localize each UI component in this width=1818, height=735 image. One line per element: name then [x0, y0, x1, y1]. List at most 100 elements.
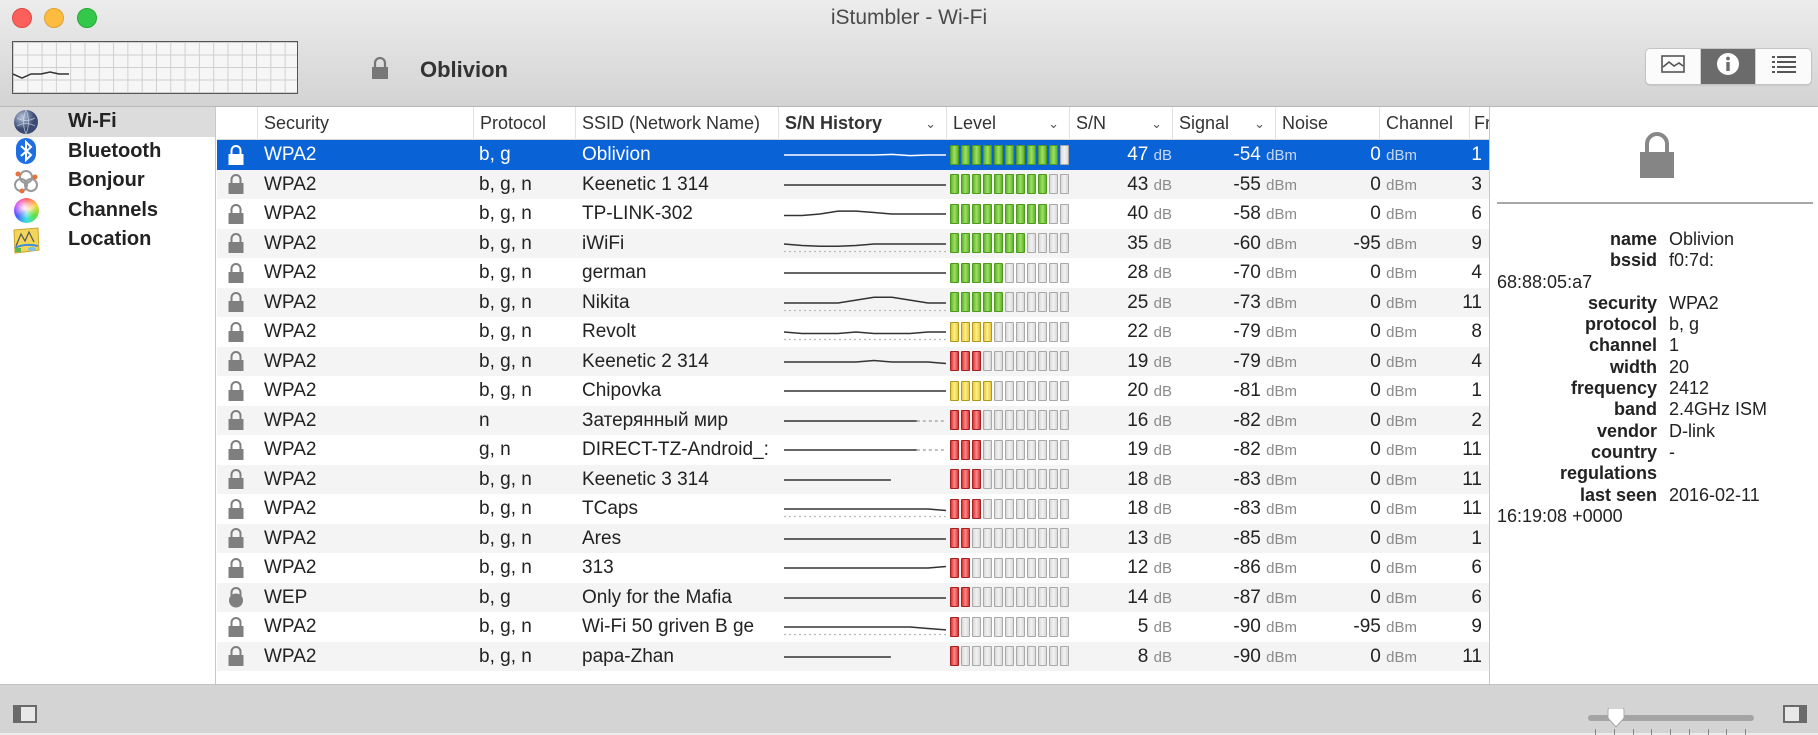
table-row[interactable]: WPA2 b, g, n Keenetic 3 314 18 dB -83 dBm 0 d… [217, 464, 1489, 494]
level-bar-empty [1005, 351, 1014, 372]
signal-value: -79 [1233, 321, 1261, 342]
table-row[interactable]: WPA2 b, g, n Keenetic 1 314 43 dB -55 dBm 0 d… [217, 169, 1489, 200]
protocol-cell: b, g, n [479, 262, 532, 283]
level-bar-filled [950, 587, 959, 608]
graph-view-button[interactable] [1646, 49, 1701, 84]
table-row[interactable]: WPA2 b, g, n TCaps 18 dB -83 dBm 0 dBm 11 [217, 494, 1489, 524]
sn-cell: 19 dB [1072, 347, 1172, 377]
level-bar-filled [1016, 144, 1025, 165]
sn-unit: dB [1153, 501, 1172, 518]
table-row[interactable]: WPA2 b, g, n Ares 13 dB -85 dBm 0 dBm 1 [217, 523, 1489, 554]
bonjour-icon [12, 167, 40, 195]
sn-history-line [783, 242, 946, 247]
signal-value: -90 [1233, 616, 1261, 637]
table-row[interactable]: WPA2 b, g, n 313 12 dB -86 dBm 0 dBm 6 [217, 553, 1489, 583]
table-row[interactable]: WPA2 b, g, n TP-LINK-302 40 dB -58 dBm 0 dBm 6 [217, 199, 1489, 229]
ssid-cell: Wi-Fi 50 griven B ge [582, 616, 755, 637]
detail-field: channel 1 [1497, 335, 1813, 356]
sparkline-svg [784, 390, 946, 392]
signal-unit: dBm [1266, 353, 1297, 371]
column-header-security[interactable]: Security [257, 107, 473, 140]
channel-cell: 11 [1462, 645, 1482, 667]
level-bar-empty [1016, 292, 1025, 313]
level-bar-empty [972, 528, 981, 549]
column-header-channel[interactable]: Channel [1379, 107, 1469, 140]
table-row[interactable]: WPA2 b, g, n iWiFi 35 dB -60 dBm -95 dBm 9 [217, 228, 1489, 259]
table-row[interactable]: WPA2 b, g, n Chipovka 20 dB -81 dBm 0 dBm 1 [217, 376, 1489, 406]
noise-cell: 0 dBm [1300, 642, 1417, 672]
padlock-icon [370, 56, 390, 85]
level-bar-filled [961, 321, 970, 342]
sidebar-item-bluetooth[interactable]: Bluetooth [0, 137, 215, 167]
security-cell: WPA2 [264, 498, 317, 519]
column-header-lock[interactable] [217, 107, 257, 140]
level-bar-filled [972, 233, 981, 254]
slider-tick [1595, 729, 1596, 735]
sidebar-item-wifi[interactable]: Wi-Fi [0, 107, 215, 137]
sn-value: 35 [1127, 232, 1149, 254]
column-header-noise[interactable]: Noise [1275, 107, 1379, 140]
signal-level-meter [950, 140, 1070, 170]
table-row[interactable]: WPA2 b, g, n papa-Zhan 8 dB -90 dBm 0 dBm 11 [217, 641, 1489, 672]
sn-cell: 22 dB [1072, 317, 1172, 347]
signal-unit: dBm [1266, 265, 1297, 282]
level-bar-empty [983, 616, 992, 637]
table-row[interactable]: WPA2 b, g Oblivion 47 dB -54 dBm 0 dBm 1 [217, 140, 1489, 170]
zoom-slider[interactable] [1588, 708, 1754, 728]
slider-thumb[interactable] [1607, 708, 1625, 728]
table-row[interactable]: WEP b, g Only for the Mafia 14 dB -87 dBm 0 d… [217, 582, 1489, 612]
list-view-button[interactable] [1756, 49, 1811, 84]
level-bar-empty [1049, 439, 1058, 460]
level-bar-empty [1060, 469, 1069, 490]
sn-unit: dB [1153, 265, 1172, 282]
level-bar-filled [994, 203, 1003, 224]
level-bar-empty [1016, 498, 1025, 519]
column-header-sn[interactable]: S/N ⌄ [1069, 107, 1172, 140]
padlock-icon [227, 170, 247, 200]
padlock-icon [227, 317, 247, 347]
noise-value: 0 [1370, 439, 1381, 460]
map-icon [12, 226, 40, 254]
table-row[interactable]: WPA2 b, g, n Wi-Fi 50 griven B ge 5 dB -90 d… [217, 612, 1489, 642]
column-header-protocol[interactable]: Protocol [473, 107, 575, 140]
sn-unit: dB [1153, 147, 1172, 164]
signal-cell: -79 dBm [1177, 347, 1297, 377]
table-row[interactable]: WPA2 b, g, n Keenetic 2 314 19 dB -79 dBm 0 d… [217, 346, 1489, 377]
info-view-button[interactable] [1701, 49, 1756, 84]
sn-value: 5 [1137, 616, 1149, 637]
signal-level-meter [950, 317, 1070, 347]
column-header-level[interactable]: Level ⌄ [946, 107, 1069, 140]
sn-history-sparkline [782, 376, 948, 406]
ssid-cell: Ares [582, 527, 622, 549]
level-bar-empty [1049, 410, 1058, 431]
column-header-frequency[interactable]: Fr [1469, 107, 1489, 140]
sn-history-line [784, 359, 947, 364]
table-row[interactable]: WPA2 b, g, n german 28 dB -70 dBm 0 dBm 4 [217, 258, 1489, 288]
column-header-ssid[interactable]: SSID (Network Name) [575, 107, 778, 140]
signal-level-meter [950, 229, 1070, 259]
sn-unit: dB [1153, 206, 1172, 223]
column-header-signal[interactable]: Signal ⌄ [1172, 107, 1275, 140]
sidebar-item-bonjour[interactable]: Bonjour [0, 166, 215, 196]
level-bar-empty [1049, 646, 1058, 667]
protocol-cell: b, g, n [479, 616, 532, 637]
level-bar-empty [1049, 351, 1058, 372]
sparkline-svg [784, 478, 891, 481]
detail-value: WPA2 [1669, 292, 1719, 313]
table-row[interactable]: WPA2 g, n DIRECT-TZ-Android_: 19 dB -82 dBm 0… [217, 435, 1489, 465]
level-bar-empty [1049, 262, 1058, 283]
table-row[interactable]: WPA2 b, g, n Nikita 25 dB -73 dBm 0 dBm 11 [217, 287, 1489, 317]
sidebar-item-location[interactable]: Location [0, 225, 215, 255]
column-header-sn-history[interactable]: S/N History ⌄ [778, 107, 946, 140]
signal-value: -54 [1233, 144, 1261, 165]
table-row[interactable]: WPA2 n Затерянный мир 16 dB -82 dBm 0 dBm 2 [217, 405, 1489, 435]
sidebar-item-channels[interactable]: Channels [0, 196, 215, 226]
toggle-detail-panel-button[interactable] [1783, 705, 1807, 723]
level-bar-filled [950, 557, 959, 578]
sn-cell: 40 dB [1072, 199, 1172, 229]
padlock-icon [227, 524, 247, 554]
protocol-cell: b, g, n [479, 173, 532, 195]
level-bar-empty [1049, 174, 1058, 195]
toggle-sidebar-button[interactable] [13, 705, 37, 723]
table-row[interactable]: WPA2 b, g, n Revolt 22 dB -79 dBm 0 dBm 8 [217, 317, 1489, 347]
